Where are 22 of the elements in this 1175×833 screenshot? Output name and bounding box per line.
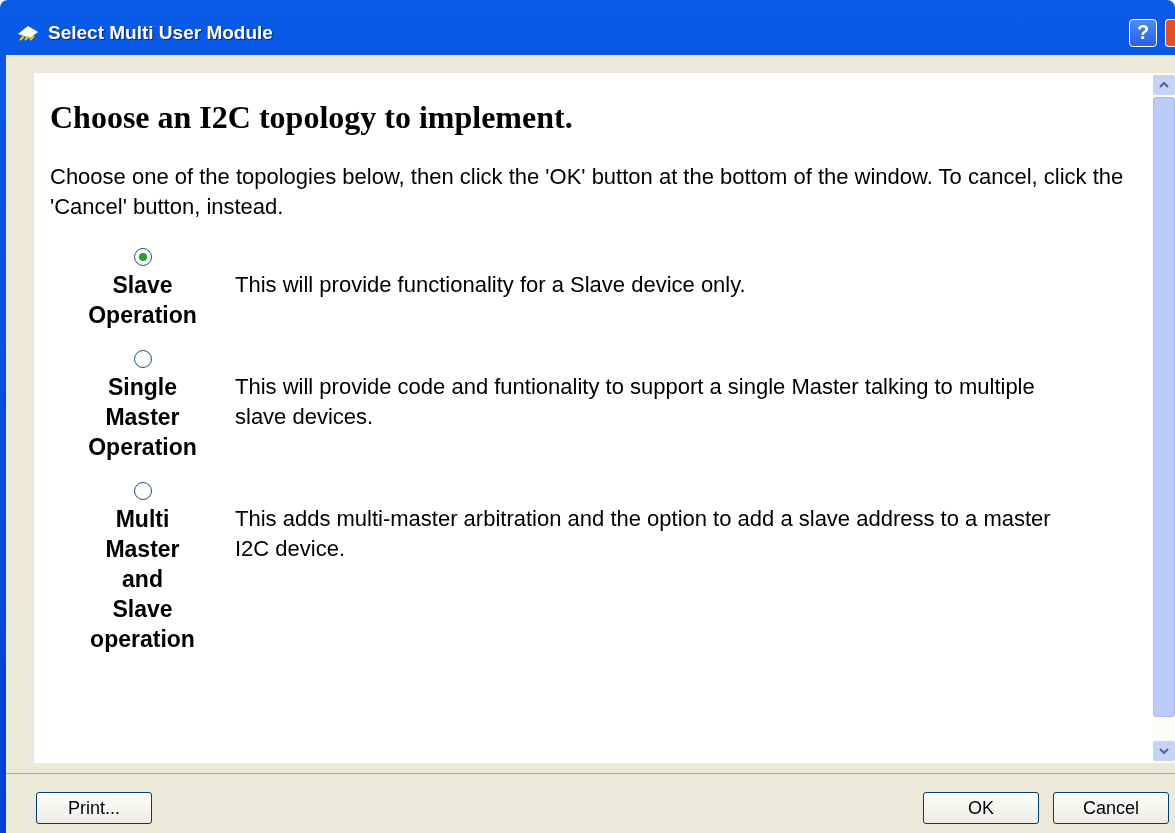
option-description: This will provide code and funtionality to support a single Master talking to multiple slave devices. bbox=[235, 373, 1036, 431]
intro-text: Choose one of the topologies below, then click the 'OK' button at the bottom of the window. To cancel, click the 'Cancel' button, instead. bbox=[50, 163, 1125, 221]
radio-button[interactable] bbox=[133, 482, 152, 500]
scroll-up-button[interactable] bbox=[1153, 75, 1175, 95]
help-button[interactable]: ? bbox=[1129, 18, 1157, 47]
radio-button[interactable] bbox=[133, 350, 152, 368]
ok-button[interactable]: OK bbox=[923, 792, 1039, 824]
close-button[interactable] bbox=[1165, 18, 1175, 47]
heading: Choose an I2C topology to implement. bbox=[50, 99, 574, 136]
option-label: Slave Operation bbox=[88, 271, 197, 330]
option-description: This will provide functionality for a Slave device only. bbox=[235, 271, 747, 299]
scroll-thumb[interactable] bbox=[1153, 97, 1175, 717]
print-button[interactable]: Print... bbox=[36, 792, 152, 824]
scroll-down-button[interactable] bbox=[1153, 741, 1175, 761]
cancel-button[interactable]: Cancel bbox=[1053, 792, 1169, 824]
chevron-down-icon bbox=[1159, 748, 1169, 754]
option-label: Multi Master and Slave operation bbox=[90, 505, 195, 654]
window-title: Select Multi User Module bbox=[48, 21, 274, 44]
option-description: This adds multi-master arbitration and the option to add a slave address to a master I2C device. bbox=[235, 505, 1052, 563]
option-label: Single Master Operation bbox=[88, 373, 197, 462]
chevron-up-icon bbox=[1159, 82, 1169, 88]
radio-button[interactable] bbox=[133, 248, 152, 266]
